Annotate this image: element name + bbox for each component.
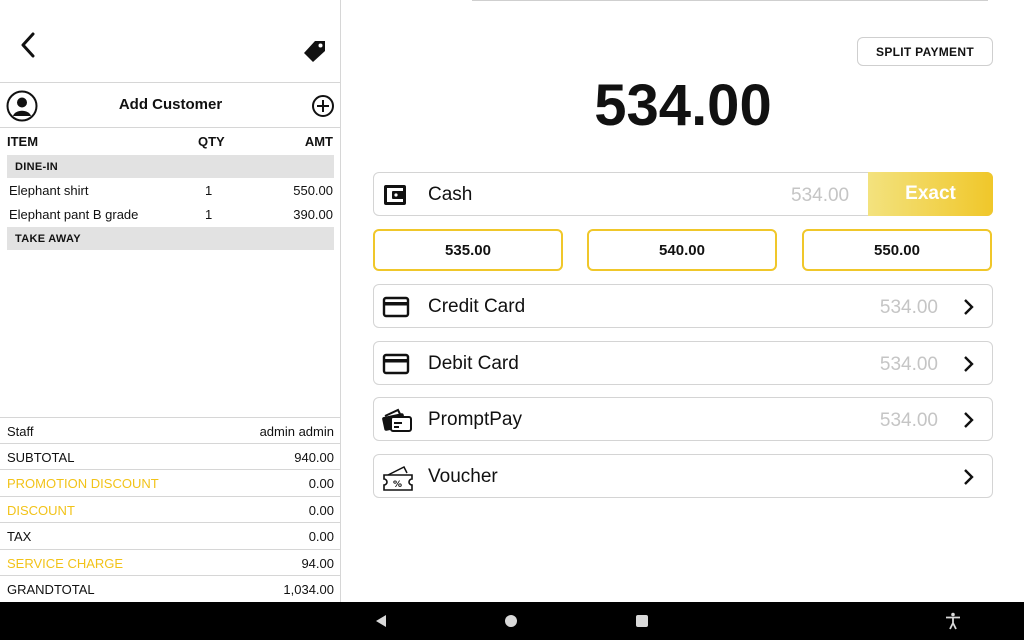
summary-label: SERVICE CHARGE [7,556,124,571]
order-item-row[interactable]: Elephant pant B grade 1 390.00 [0,204,341,226]
summary-row-tax: TAX 0.00 [0,522,341,548]
order-panel: Add Customer ITEM QTY AMT DINE-IN Elepha… [0,0,341,602]
nav-recents-icon[interactable] [636,615,648,627]
payment-method-label: Credit Card [428,296,526,317]
payment-total: 534.00 [594,73,772,138]
item-amount: 390.00 [293,207,333,222]
exact-button[interactable]: Exact [868,172,993,216]
nav-home-icon[interactable] [505,615,517,627]
payment-method-promptpay[interactable]: PromptPay 534.00 [373,397,993,441]
payment-method-label: Cash [428,184,473,205]
split-payment-button[interactable]: SPLIT PAYMENT [857,37,993,66]
payment-method-debit-card[interactable]: Debit Card 534.00 [373,341,993,385]
summary-label: PROMOTION DISCOUNT [7,476,159,491]
column-header-amt: AMT [304,134,333,149]
column-header-item: ITEM [7,134,39,149]
divider [0,82,341,83]
top-divider [472,0,988,1]
summary-value: 0.00 [308,503,334,518]
payment-method-amount: 534.00 [879,354,938,375]
summary-row-staff: Staff admin admin [0,417,341,443]
summary-label: Staff [7,424,34,439]
summary-label: SUBTOTAL [7,450,75,465]
debit-card-icon [382,350,410,378]
chevron-right-icon [962,410,976,430]
summary-row-discount[interactable]: DISCOUNT 0.00 [0,496,341,522]
add-customer-plus-icon[interactable] [311,94,335,118]
customer-row[interactable]: Add Customer [0,84,341,126]
payment-method-label: Debit Card [428,353,519,374]
summary-row-promotion-discount[interactable]: PROMOTION DISCOUNT 0.00 [0,469,341,495]
chevron-right-icon [962,354,976,374]
add-customer-label[interactable]: Add Customer [0,96,341,113]
group-header-take-away: TAKE AWAY [7,227,334,250]
item-qty: 1 [205,207,213,222]
payment-method-voucher[interactable]: % Voucher [373,454,993,498]
summary-value: 0.00 [308,529,334,544]
summary-value: admin admin [259,424,334,439]
voucher-icon: % [382,463,413,491]
item-name: Elephant shirt [9,183,89,198]
tag-icon[interactable] [300,36,330,66]
quick-amount-button[interactable]: 550.00 [802,229,992,271]
summary-row-grandtotal: GRANDTOTAL 1,034.00 [0,575,341,601]
wallet-icon [382,181,410,209]
payment-method-credit-card[interactable]: Credit Card 534.00 [373,284,993,328]
nav-back-icon[interactable] [374,614,388,633]
item-amount: 550.00 [293,183,333,198]
promptpay-icon [382,406,412,434]
summary-row-subtotal: SUBTOTAL 940.00 [0,443,341,469]
payment-method-label: Voucher [428,466,498,487]
quick-amount-button[interactable]: 540.00 [587,229,777,271]
divider [0,127,341,128]
summary-label: TAX [7,529,32,544]
column-header-qty: QTY [198,134,225,149]
summary-label: GRANDTOTAL [7,582,95,597]
summary-value: 94.00 [301,556,334,571]
svg-text:%: % [393,480,402,490]
back-arrow-icon[interactable] [14,30,42,60]
credit-card-icon [382,293,410,321]
item-name: Elephant pant B grade [9,207,139,222]
summary-value: 940.00 [294,450,334,465]
summary-value: 0.00 [308,476,334,491]
chevron-right-icon [962,467,976,487]
payment-method-amount: 534.00 [879,297,938,318]
order-item-row[interactable]: Elephant shirt 1 550.00 [0,180,341,202]
payment-method-amount: 534.00 [879,410,938,431]
summary-value: 1,034.00 [283,582,334,597]
chevron-right-icon [962,297,976,317]
summary-label: DISCOUNT [7,503,75,518]
summary-row-service-charge[interactable]: SERVICE CHARGE 94.00 [0,549,341,575]
payment-method-cash[interactable]: Cash 534.00 Exact [373,172,993,216]
system-navigation-bar [0,602,1024,640]
payment-method-label: PromptPay [428,409,522,430]
item-qty: 1 [205,183,213,198]
payment-method-amount: 534.00 [791,185,850,206]
group-header-dine-in: DINE-IN [7,155,334,178]
accessibility-icon[interactable] [944,612,962,635]
quick-amount-button[interactable]: 535.00 [373,229,563,271]
